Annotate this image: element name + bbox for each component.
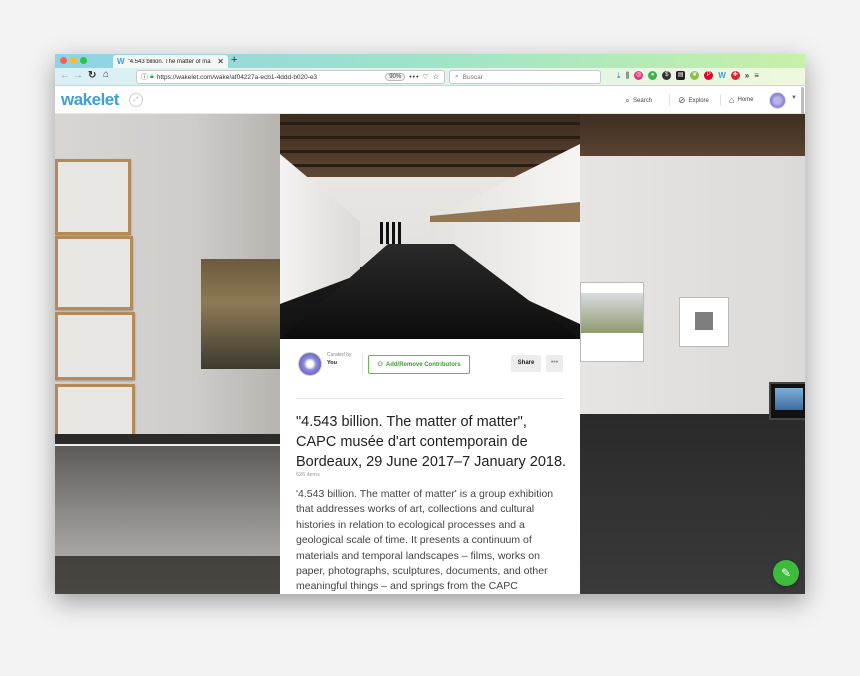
browser-window: W "4.543 billion. The matter of ma ✕ + ←… <box>55 54 805 594</box>
dollar-extension-icon[interactable]: $ <box>662 71 672 80</box>
chevron-down-icon[interactable]: ▼ <box>791 95 797 101</box>
red-extension-icon[interactable]: ✚ <box>730 71 740 80</box>
url-text[interactable]: https://wakelet.com/wake/af04227a-ecb1-4… <box>157 74 385 81</box>
edit-pencil-button[interactable]: ✎ <box>773 560 799 586</box>
home-icon[interactable]: ⌂ <box>103 69 109 80</box>
divider <box>296 398 564 399</box>
navigation-bar: ← → ↻ ⌂ ⓘ 🔒︎ https://wakelet.com/wake/af… <box>55 68 805 86</box>
search-icon: ⌕ <box>455 73 459 80</box>
tab-bar: W "4.543 billion. The matter of ma ✕ + <box>55 54 805 68</box>
sculpture <box>380 222 402 244</box>
instagram-extension-icon[interactable]: ◎ <box>634 71 644 80</box>
wakelet-logo[interactable]: wakelet <box>61 90 119 110</box>
collection-description: '4.543 billion. The matter of matter' is… <box>296 488 554 593</box>
gallery-ceiling <box>580 114 805 156</box>
collection-header-image <box>280 114 580 339</box>
nav-explore[interactable]: ⊘ Explore <box>678 95 709 106</box>
zoom-level-badge[interactable]: 90% <box>385 73 406 81</box>
collection-info-card: Curated by You ⚇ Add/Remove Contributors… <box>280 339 580 594</box>
overflow-chevron-icon[interactable]: » <box>745 71 749 81</box>
toolbar-icons: ⤓ ⫼ ◎ ● $ ▤ ❦ P W ✚ » ≡ <box>617 71 759 81</box>
framed-photograph <box>580 282 644 362</box>
leaf-extension-icon[interactable]: ❦ <box>690 71 700 80</box>
library-icon[interactable]: ⫼ <box>626 71 630 81</box>
more-options-button[interactable]: ••• <box>546 355 563 372</box>
search-field[interactable]: ⌕ Buscar <box>449 70 601 84</box>
site-header: wakelet ⤢ ⌕ Search ⊘ Explore ⌂ Home ▼ <box>55 86 805 114</box>
share-button[interactable]: Share <box>511 355 541 372</box>
page-actions-icon[interactable]: ••• ♡ ☆ <box>409 73 440 81</box>
reload-icon[interactable]: ↻ <box>88 70 96 81</box>
nav-explore-label: Explore <box>688 97 709 104</box>
contributors-icon: ⚇ <box>377 362 383 368</box>
nav-home[interactable]: ⌂ Home <box>729 95 753 105</box>
display-vitrine <box>55 444 280 556</box>
contributors-button-label: Add/Remove Contributors <box>385 361 461 368</box>
forward-arrow-icon[interactable]: → <box>73 70 83 81</box>
curator-avatar[interactable] <box>298 352 322 376</box>
hamburger-menu-icon[interactable]: ≡ <box>754 71 759 81</box>
framed-photograph <box>679 297 729 347</box>
curator-name[interactable]: You <box>327 360 337 366</box>
lock-icon: 🔒︎ <box>150 73 154 80</box>
close-tab-icon[interactable]: ✕ <box>217 57 224 66</box>
minimize-window-button[interactable] <box>70 57 77 64</box>
close-window-button[interactable] <box>60 57 67 64</box>
cover-photo: Curated by You ⚇ Add/Remove Contributors… <box>55 114 805 594</box>
search-icon: ⌕ <box>625 95 631 105</box>
divider <box>362 353 363 375</box>
gallery-floor-right <box>580 414 805 594</box>
back-arrow-icon[interactable]: ← <box>60 70 70 81</box>
framed-drawing <box>55 159 131 235</box>
pencil-icon: ✎ <box>780 566 792 580</box>
nav-search[interactable]: ⌕ Search <box>625 95 652 106</box>
divider <box>720 94 721 106</box>
divider <box>669 94 670 106</box>
framed-drawing <box>55 236 133 310</box>
wakelet-favicon-icon: W <box>117 57 125 66</box>
nav-search-label: Search <box>633 97 653 104</box>
zoom-window-button[interactable] <box>80 57 87 64</box>
search-placeholder: Buscar <box>462 73 483 81</box>
collection-title: "4.543 billion. The matter of matter", C… <box>296 414 567 470</box>
pinterest-extension-icon[interactable]: P <box>704 71 714 80</box>
expand-icon[interactable]: ⤢ <box>129 93 143 107</box>
curated-by-label: Curated by <box>327 352 352 358</box>
nav-home-label: Home <box>737 97 754 103</box>
reader-extension-icon[interactable]: ▤ <box>676 71 686 80</box>
compass-icon: ⊘ <box>678 95 686 105</box>
green-extension-icon[interactable]: ● <box>648 71 658 80</box>
add-remove-contributors-button[interactable]: ⚇ Add/Remove Contributors <box>368 355 470 374</box>
info-icon[interactable]: ⓘ <box>141 72 148 82</box>
landscape-photograph <box>201 259 280 369</box>
house-icon: ⌂ <box>729 95 735 105</box>
item-count: 626 items <box>296 472 320 478</box>
tab-wakelet[interactable]: W "4.543 billion. The matter of ma ✕ <box>113 55 228 68</box>
wakelet-extension-icon[interactable]: W <box>718 71 726 81</box>
new-tab-icon[interactable]: + <box>231 54 237 66</box>
video-monitor <box>769 382 805 420</box>
tab-title: "4.543 billion. The matter of ma <box>127 58 211 65</box>
download-icon[interactable]: ⤓ <box>617 71 621 81</box>
framed-drawing <box>55 312 135 380</box>
url-bar[interactable]: ⓘ 🔒︎ https://wakelet.com/wake/af04227a-e… <box>136 70 445 84</box>
user-avatar[interactable] <box>769 92 786 109</box>
